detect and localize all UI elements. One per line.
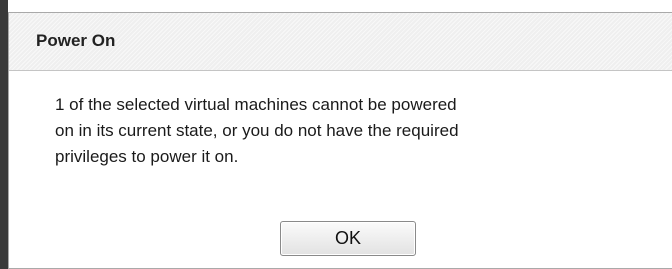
message-line: privileges to power it on. (55, 147, 239, 166)
dialog-title-bar[interactable]: Power On (9, 13, 672, 71)
message-line: 1 of the selected virtual machines canno… (55, 95, 457, 114)
power-on-dialog: Power On 1 of the selected virtual machi… (8, 12, 672, 269)
ok-button[interactable]: OK (280, 221, 416, 256)
dialog-message: 1 of the selected virtual machines canno… (55, 92, 655, 170)
screen: Power On 1 of the selected virtual machi… (0, 0, 672, 269)
dialog-title: Power On (36, 31, 116, 50)
message-line: on in its current state, or you do not h… (55, 121, 459, 140)
background-window-edge (0, 0, 8, 269)
